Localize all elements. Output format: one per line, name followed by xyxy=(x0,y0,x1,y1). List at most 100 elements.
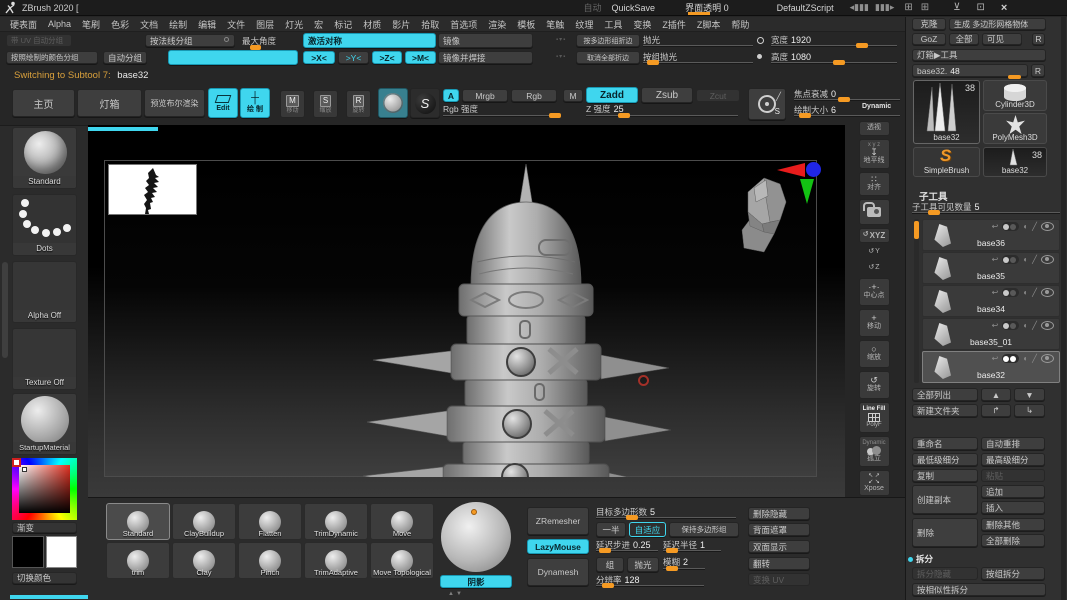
menu-item[interactable]: 工具 xyxy=(604,18,622,31)
polish-radio-icon[interactable] xyxy=(757,37,764,44)
polypaint-icon[interactable]: ↩ xyxy=(992,255,999,264)
color-picker[interactable] xyxy=(12,458,77,520)
move-out-folder-button[interactable]: ↳ xyxy=(1014,404,1045,417)
split-section-header[interactable]: 拆分 xyxy=(916,553,933,565)
menu-item[interactable]: 文档 xyxy=(140,18,158,31)
paste-button[interactable]: 粘贴 xyxy=(981,469,1045,482)
zsub-button[interactable]: Zsub xyxy=(641,87,693,103)
subtool-down-button[interactable]: ▼ xyxy=(1014,388,1045,401)
menu-item[interactable]: 编辑 xyxy=(198,18,216,31)
polyframe-button[interactable]: Line Fill PolyF xyxy=(858,402,890,433)
pen-icon[interactable]: ╱ xyxy=(1032,321,1037,330)
move-gyro-button[interactable]: M 移动 xyxy=(280,90,305,118)
scale-gyro-button[interactable]: S 缩放 xyxy=(313,90,338,118)
visibility-pill-icon[interactable] xyxy=(1002,288,1020,297)
adaptive-button[interactable]: 自适应 xyxy=(629,522,666,537)
delete-button[interactable]: 删除 xyxy=(912,518,978,547)
y-axis-icon[interactable] xyxy=(800,179,814,204)
subtool-row[interactable]: ↩ ◐ ╱ base34 xyxy=(922,285,1060,317)
cylinder3d-thumbnail[interactable]: Cylinder3D xyxy=(983,80,1047,111)
brush-button[interactable]: Move Topological xyxy=(370,542,434,579)
resolution-slider[interactable]: 分辨率 128 xyxy=(596,574,704,588)
shadow-button[interactable]: 阴影 xyxy=(440,575,512,588)
current-brush-button[interactable]: Standard xyxy=(12,127,77,189)
morph-uv-button[interactable]: 变换 UV xyxy=(748,573,810,586)
crease-polygroups-button[interactable]: 按多边形组折边 xyxy=(576,34,640,47)
material-picker-button[interactable]: S xyxy=(410,88,440,118)
lazymouse-button[interactable]: LazyMouse xyxy=(527,539,589,554)
zoom-canvas-button[interactable]: ○ 缩放 xyxy=(858,340,890,368)
divider-horizontal-icon[interactable]: ⊞ xyxy=(904,2,912,13)
lazy-radius-slider[interactable]: 延迟半径 1 xyxy=(663,539,721,553)
lightbox-button[interactable]: 灯箱 xyxy=(77,89,142,117)
height-slider[interactable]: 高度 1080 xyxy=(771,51,897,65)
restore-icon[interactable]: ⊡ xyxy=(977,2,985,13)
menu-item[interactable]: 硬表面 xyxy=(10,18,37,31)
material-preview-sphere[interactable] xyxy=(441,502,511,572)
polypaint-icon[interactable]: ↩ xyxy=(992,354,999,363)
z-axis-icon[interactable] xyxy=(806,162,821,177)
a-channel-button[interactable]: A xyxy=(443,89,459,102)
close-icon[interactable]: × xyxy=(1001,2,1007,14)
pen-icon[interactable]: ╱ xyxy=(1032,354,1037,363)
polymesh3d-thumbnail[interactable]: PolyMesh3D xyxy=(983,113,1047,144)
polypaint-icon[interactable]: ↩ xyxy=(992,222,999,231)
current-material-thumb-button[interactable]: StartupMaterial xyxy=(12,393,77,455)
menu-item[interactable]: Alpha xyxy=(48,19,71,29)
uv-autogroup-button[interactable]: 带 UV 自动分组 xyxy=(6,34,72,47)
split-similar-button[interactable]: 按相似性拆分 xyxy=(912,583,1046,596)
lightbox-tool-button[interactable]: 灯箱▶工具 xyxy=(912,49,1046,61)
current-stroke-button[interactable]: Dots xyxy=(12,194,77,256)
half-button[interactable]: 一半 xyxy=(596,522,626,537)
menu-item[interactable]: 纹理 xyxy=(575,18,593,31)
menu-item[interactable]: 文件 xyxy=(227,18,245,31)
color-sv-square[interactable] xyxy=(19,465,70,513)
activate-symmetry-button[interactable]: 激活对称 xyxy=(303,33,436,48)
subtool-row[interactable]: ↩ ◐ ╱ base36 xyxy=(922,219,1060,251)
subtool-scrollbar-thumb[interactable] xyxy=(914,221,919,239)
stroke-dial-button[interactable]: S ╱ xyxy=(748,88,786,120)
sym-z-button[interactable]: >Z< xyxy=(372,51,402,64)
keep-groups-button[interactable]: 保持多边形组 xyxy=(669,522,739,537)
eye-icon[interactable] xyxy=(1041,222,1054,231)
main-color-swatch[interactable] xyxy=(12,536,44,568)
normals-radio-icon[interactable] xyxy=(224,37,229,42)
sym-x-button[interactable]: >X< xyxy=(303,51,335,64)
menu-item[interactable]: 笔触 xyxy=(546,18,564,31)
clone-button[interactable]: 克隆 xyxy=(912,18,946,30)
double-sided-button[interactable]: 双面显示 xyxy=(748,540,810,553)
contrast-icon[interactable]: ◐ xyxy=(1023,255,1028,264)
sym-y-button[interactable]: >Y< xyxy=(338,51,369,64)
current-material-button[interactable] xyxy=(378,88,408,118)
menu-item[interactable]: 材质 xyxy=(363,18,381,31)
list-all-button[interactable]: 全部列出 xyxy=(912,388,978,401)
groups-split-button[interactable]: 按组拆分 xyxy=(981,567,1045,580)
uncrease-all-button[interactable]: 取消全部折边 xyxy=(576,51,640,64)
mirror-button[interactable]: 镜像 xyxy=(438,33,533,48)
subtool-row[interactable]: ↩ ◐ ╱ base35_01 xyxy=(922,318,1060,350)
eye-icon[interactable] xyxy=(1041,288,1054,297)
move-to-folder-button[interactable]: ↱ xyxy=(981,404,1011,417)
align-button[interactable]: ∷ 对齐 xyxy=(858,172,890,196)
polish-groups-radio-icon[interactable] xyxy=(757,54,762,59)
brush-button[interactable]: Move xyxy=(370,503,434,540)
ui-opacity-handle[interactable] xyxy=(688,12,710,15)
frame-center-button[interactable]: ·+· 中心点 xyxy=(858,278,890,306)
x-axis-icon[interactable] xyxy=(777,163,805,177)
dynamesh-button[interactable]: Dynamesh xyxy=(527,558,589,586)
z-intensity-slider[interactable]: Z 强度 25 xyxy=(586,103,738,118)
menu-item[interactable]: 变换 xyxy=(633,18,651,31)
tray-resize-handle[interactable]: ▲▼ xyxy=(448,591,464,597)
focal-shift-slider[interactable]: 焦点衰减 0 xyxy=(794,88,900,102)
subtool-scrollbar[interactable] xyxy=(914,219,919,383)
insert-button[interactable]: 插入 xyxy=(981,501,1045,514)
tool-slider-handle[interactable] xyxy=(1008,75,1021,79)
sym-m-button[interactable]: >M< xyxy=(405,51,436,64)
flip-button[interactable]: 翻转 xyxy=(748,557,810,570)
menu-item[interactable]: 色彩 xyxy=(111,18,129,31)
rgb-button[interactable]: Rgb xyxy=(511,89,557,102)
simplebrush-thumbnail[interactable]: S SimpleBrush xyxy=(913,147,980,177)
gradient-button[interactable]: 渐变 xyxy=(12,522,77,533)
group-by-normals-button[interactable]: 按法线分组 xyxy=(145,34,235,47)
subtool-up-button[interactable]: ▲ xyxy=(981,388,1011,401)
